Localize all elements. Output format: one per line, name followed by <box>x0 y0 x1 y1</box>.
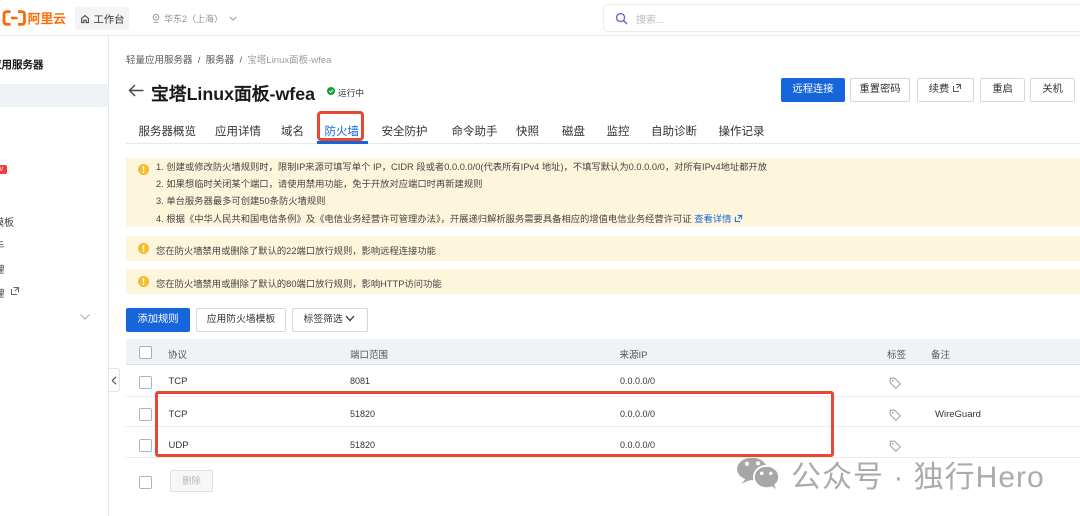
svg-text:阿里云: 阿里云 <box>28 12 66 26</box>
